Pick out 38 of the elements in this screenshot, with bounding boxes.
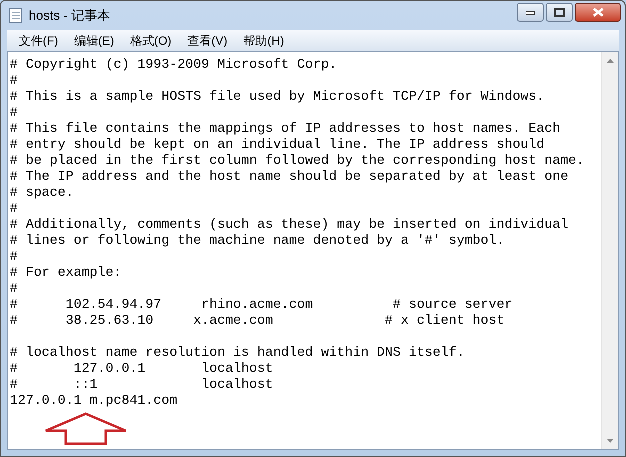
text-line: # <box>10 105 18 121</box>
menu-item[interactable]: 格式(O) <box>122 32 180 50</box>
text-line: # <box>10 73 18 89</box>
text-line: # 127.0.0.1 localhost <box>10 361 274 377</box>
text-line: # space. <box>10 185 74 201</box>
text-line: # ::1 localhost <box>10 377 274 393</box>
text-line: # <box>10 201 18 217</box>
text-line: # For example: <box>10 265 122 281</box>
window-title: hosts - 记事本 <box>29 6 111 25</box>
menu-item[interactable]: 编辑(E) <box>66 32 122 50</box>
text-line: # This is a sample HOSTS file used by Microsoft TCP/IP for Windows. <box>10 89 545 105</box>
text-line: # entry should be kept on an individual line. The IP address should <box>10 137 545 153</box>
text-line: # 38.25.63.10 x.acme.com # x client host <box>10 313 505 329</box>
notepad-icon <box>9 8 23 24</box>
scroll-down-icon <box>606 438 614 442</box>
scrollbar[interactable] <box>601 52 618 449</box>
text-line: # This file contains the mappings of IP addresses to host names. Each <box>10 121 561 137</box>
text-line: # localhost name resolution is handled within DNS itself. <box>10 345 465 361</box>
text-line: # The IP address and the host name should be separated by at least one <box>10 169 569 185</box>
text-line: # <box>10 249 18 265</box>
text-line: # 102.54.94.97 rhino.acme.com # source server <box>10 297 513 313</box>
close-icon <box>592 8 604 17</box>
up-arrow-icon <box>44 412 128 446</box>
text-line: # Copyright (c) 1993-2009 Microsoft Corp. <box>10 57 338 73</box>
maximize-button[interactable] <box>546 3 573 22</box>
maximize-icon <box>554 8 565 17</box>
text-line: # lines or following the machine name denoted by a '#' symbol. <box>10 233 505 249</box>
text-line: # be placed in the first column followed by the corresponding host name. <box>10 153 585 169</box>
minimize-icon <box>526 10 535 14</box>
close-button[interactable] <box>575 3 621 22</box>
scroll-up-icon <box>606 58 614 62</box>
text-line: 127.0.0.1 m.pc841.com <box>10 393 178 409</box>
text-line: # <box>10 281 18 297</box>
menu-item[interactable]: 帮助(H) <box>236 32 292 50</box>
menu-item[interactable]: 查看(V) <box>180 32 236 50</box>
text-line: # Additionally, comments (such as these) may be inserted on individual <box>10 217 569 233</box>
menu-item[interactable]: 文件(F) <box>11 32 66 50</box>
minimize-button[interactable] <box>517 3 544 22</box>
